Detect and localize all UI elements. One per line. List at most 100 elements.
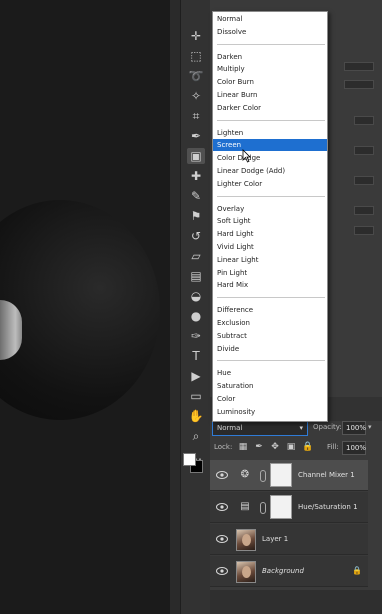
fill-label: Fill: bbox=[327, 443, 339, 451]
magic-wand-tool-icon[interactable]: ✧ bbox=[187, 88, 205, 104]
blend-mode-option[interactable]: Color Burn bbox=[213, 76, 327, 88]
menu-separator bbox=[217, 297, 325, 299]
foreground-color-swatch[interactable] bbox=[183, 453, 196, 466]
history-brush-icon[interactable]: ↺ bbox=[187, 228, 205, 244]
menu-separator bbox=[217, 43, 325, 45]
lock-all-icon[interactable]: 🔒 bbox=[302, 442, 313, 452]
brush-tool-icon[interactable]: ✎ bbox=[187, 188, 205, 204]
lock-artboard-icon[interactable]: ▣ bbox=[286, 442, 296, 452]
pen-tool-icon[interactable]: ✑ bbox=[187, 328, 205, 344]
menu-separator bbox=[217, 119, 325, 121]
panel-field[interactable] bbox=[354, 146, 374, 155]
eye-icon[interactable] bbox=[216, 470, 228, 480]
hue-saturation-icon: ▤ bbox=[240, 501, 250, 512]
blend-mode-option[interactable]: Saturation bbox=[213, 380, 327, 392]
blur-tool-icon[interactable]: ◒ bbox=[187, 288, 205, 304]
menu-separator bbox=[217, 195, 325, 197]
dodge-tool-icon[interactable]: ● bbox=[187, 308, 205, 324]
blend-mode-option[interactable]: Color bbox=[213, 393, 327, 405]
fill-input[interactable]: 100% bbox=[342, 441, 366, 455]
eye-icon[interactable] bbox=[216, 502, 228, 512]
rectangle-tool-icon[interactable]: ▭ bbox=[187, 388, 205, 404]
move-tool-icon[interactable]: ✛ bbox=[187, 28, 205, 44]
gradient-tool-icon[interactable]: ▤ bbox=[187, 268, 205, 284]
panel-field[interactable] bbox=[354, 206, 374, 215]
layer-row[interactable]: ❂ Channel Mixer 1 bbox=[210, 460, 368, 491]
blend-mode-option[interactable]: Pin Light bbox=[213, 267, 327, 279]
eye-icon[interactable] bbox=[216, 566, 228, 576]
clone-stamp-icon[interactable]: ⚑ bbox=[187, 208, 205, 224]
layer-mask-thumbnail[interactable] bbox=[270, 495, 292, 519]
menu-separator bbox=[217, 360, 325, 362]
panel-field[interactable] bbox=[354, 176, 374, 185]
marquee-tool-icon[interactable]: ⬚ bbox=[187, 48, 205, 64]
chevron-down-icon: ▾ bbox=[299, 424, 303, 432]
blend-mode-option[interactable]: Luminosity bbox=[213, 406, 327, 418]
blend-mode-option[interactable]: Exclusion bbox=[213, 317, 327, 329]
panel-field[interactable] bbox=[344, 80, 374, 89]
layer-row[interactable]: Layer 1 bbox=[210, 524, 368, 555]
type-tool-icon[interactable]: T bbox=[187, 348, 205, 364]
link-icon[interactable] bbox=[260, 502, 266, 514]
tools-panel: ✛ ⬚ ➰ ✧ ⌗ ✒ ▣ ✚ ✎ ⚑ ↺ ▱ ▤ ◒ ● ✑ T ▶ ▭ ✋ ⌕… bbox=[180, 0, 210, 614]
blend-mode-option[interactable]: Hue bbox=[213, 367, 327, 379]
frame-tool-icon[interactable]: ▣ bbox=[187, 148, 205, 164]
blend-mode-option[interactable]: Soft Light bbox=[213, 215, 327, 227]
path-selection-icon[interactable]: ▶ bbox=[187, 368, 205, 384]
link-icon[interactable] bbox=[260, 470, 266, 482]
lock-position-icon[interactable]: ✥ bbox=[270, 442, 280, 452]
blend-mode-option[interactable]: Hard Light bbox=[213, 228, 327, 240]
panel-field[interactable] bbox=[354, 226, 374, 235]
lock-image-pixels-icon[interactable]: ✒ bbox=[254, 442, 264, 452]
lasso-tool-icon[interactable]: ➰ bbox=[187, 68, 205, 84]
blend-mode-option[interactable]: Darken bbox=[213, 51, 327, 63]
layer-name[interactable]: Background bbox=[262, 567, 304, 575]
layer-name[interactable]: Layer 1 bbox=[262, 535, 288, 543]
blend-mode-option[interactable]: Subtract bbox=[213, 330, 327, 342]
blend-mode-option[interactable]: Lighten bbox=[213, 127, 327, 139]
healing-brush-icon[interactable]: ✚ bbox=[187, 168, 205, 184]
eraser-tool-icon[interactable]: ▱ bbox=[187, 248, 205, 264]
blend-mode-option[interactable]: Divide bbox=[213, 343, 327, 355]
blend-mode-option[interactable]: Linear Burn bbox=[213, 89, 327, 101]
document-canvas[interactable] bbox=[0, 0, 180, 614]
blend-mode-option[interactable]: Dissolve bbox=[213, 26, 327, 38]
blend-mode-option[interactable]: Linear Dodge (Add) bbox=[213, 165, 327, 177]
blend-mode-value: Normal bbox=[217, 424, 243, 432]
layers-panel-footer bbox=[210, 590, 382, 614]
blend-mode-option[interactable]: Normal bbox=[213, 13, 327, 25]
eye-icon[interactable] bbox=[216, 534, 228, 544]
blend-mode-option[interactable]: Multiply bbox=[213, 63, 327, 75]
blend-mode-option[interactable]: Darker Color bbox=[213, 102, 327, 114]
layer-name[interactable]: Hue/Saturation 1 bbox=[298, 503, 358, 511]
blend-mode-select[interactable]: Normal ▾ bbox=[212, 421, 308, 436]
panel-field[interactable] bbox=[344, 62, 374, 71]
zoom-tool-icon[interactable]: ⌕ bbox=[187, 428, 205, 444]
blend-mode-option[interactable]: Hard Mix bbox=[213, 279, 327, 291]
layer-name[interactable]: Channel Mixer 1 bbox=[298, 471, 355, 479]
opacity-input[interactable]: 100% bbox=[342, 421, 366, 435]
lock-label: Lock: bbox=[214, 443, 233, 451]
canvas-image-shadow bbox=[0, 200, 160, 420]
layer-row[interactable]: ▤ Hue/Saturation 1 bbox=[210, 492, 368, 523]
crop-tool-icon[interactable]: ⌗ bbox=[187, 108, 205, 124]
blend-mode-option[interactable]: Screen bbox=[213, 139, 327, 152]
blend-mode-option[interactable]: Difference bbox=[213, 304, 327, 316]
layer-thumbnail[interactable] bbox=[236, 561, 256, 583]
hand-tool-icon[interactable]: ✋ bbox=[187, 408, 205, 424]
blend-mode-option[interactable]: Lighter Color bbox=[213, 178, 327, 190]
layer-mask-thumbnail[interactable] bbox=[270, 463, 292, 487]
blend-mode-option[interactable]: Overlay bbox=[213, 203, 327, 215]
blend-mode-option[interactable]: Vivid Light bbox=[213, 241, 327, 253]
blend-mode-dropdown: Normal Dissolve Darken Multiply Color Burn Li… bbox=[212, 11, 328, 422]
panel-field[interactable] bbox=[354, 116, 374, 125]
blend-mode-option[interactable]: Linear Light bbox=[213, 254, 327, 266]
chevron-down-icon[interactable]: ▾ bbox=[368, 423, 372, 431]
eyedropper-tool-icon[interactable]: ✒ bbox=[187, 128, 205, 144]
lock-transparent-pixels-icon[interactable]: ▦ bbox=[238, 442, 248, 452]
layer-thumbnail[interactable] bbox=[236, 529, 256, 551]
layer-row[interactable]: Background 🔒 bbox=[210, 556, 368, 587]
channel-mixer-icon: ❂ bbox=[240, 469, 250, 480]
mouse-cursor-icon bbox=[242, 149, 251, 163]
blend-mode-option[interactable]: Color Dodge bbox=[213, 152, 327, 164]
